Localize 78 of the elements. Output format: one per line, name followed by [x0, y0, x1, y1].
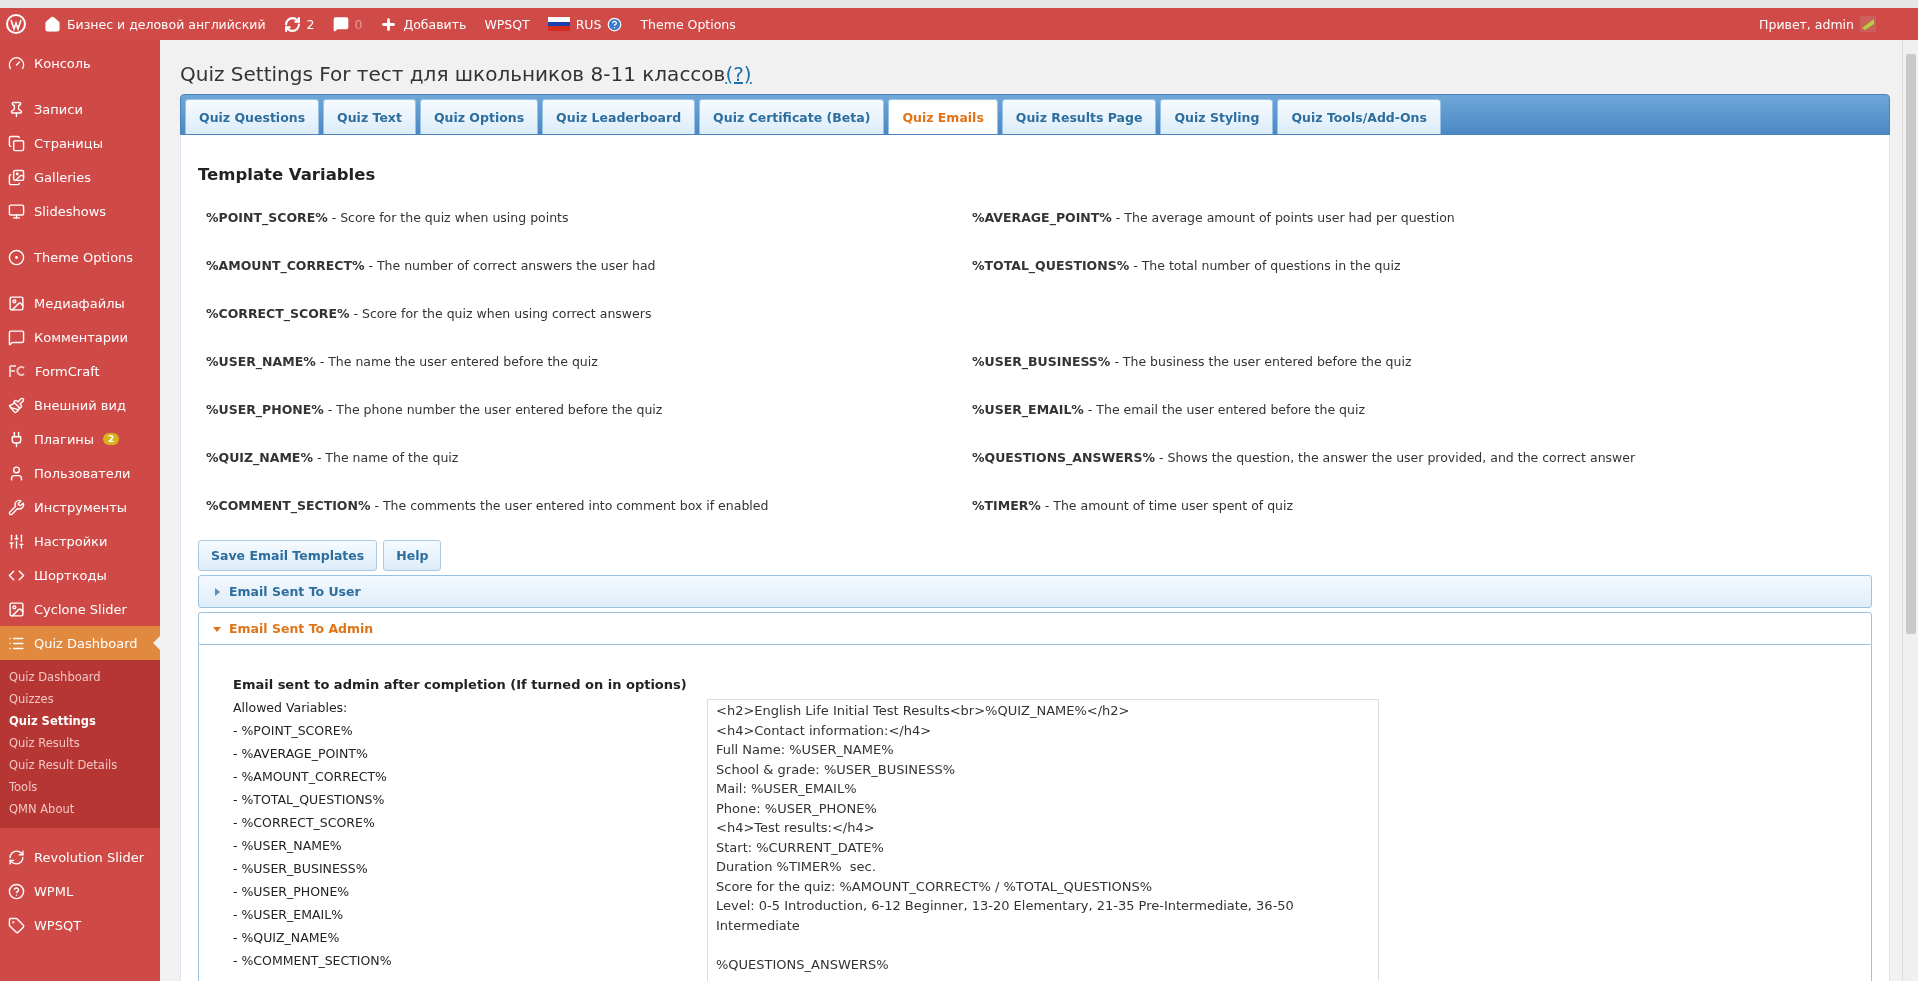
sidebar-item[interactable]: Инструменты	[0, 490, 160, 524]
tab[interactable]: Quiz Leaderboard	[542, 99, 696, 134]
submenu-item[interactable]: Quiz Result Details	[0, 754, 160, 776]
variable-description: %AMOUNT_CORRECT% - The number of correct answers the user had	[205, 257, 657, 276]
variable-description: %USER_PHONE% - The phone number the user entered before the quiz	[205, 401, 664, 420]
variable-item: - %USER_NAME%	[233, 837, 343, 855]
submenu-item[interactable]: QMN About	[0, 798, 160, 820]
variable-item: - %COMMENT_SECTION%	[233, 952, 393, 970]
sidebar-item[interactable]: Шорткоды	[0, 558, 160, 592]
variable-description: %USER_NAME% - The name the user entered before the quiz	[205, 353, 599, 372]
variable-description: %COMMENT_SECTION% - The comments the user entered into comment box if enabled	[205, 497, 770, 516]
sidebar-item[interactable]: Quiz Dashboard	[0, 626, 160, 660]
submenu-item[interactable]: Tools	[0, 776, 160, 798]
template-field[interactable]: <h2>English Life Initial Test Results<br>%QUIZ_NAME%</h2> <h4>Contact information:</h4> Full Name: %USER_NAME% School & grade: %USER_BUSINESS% Mail: %USER_EMAIL% Phone: %USER_PHONE% <h4>Test results:</h4> Start: %CURRENT_DATE% Duration %TIMER% sec. Score for the quiz: %AMOUNT_CORRECT% / %TOTAL_QUESTIONS% Level: 0-5 Introduction, 6-12 Beginner, 13-20 Elementary, 21-35 Pre-Intermediate, 36-50 Intermediate %QUESTIONS_ANSWERS%	[707, 699, 1379, 981]
tab[interactable]: Quiz Questions	[185, 99, 320, 134]
variable-description: %QUESTIONS_ANSWERS% - Shows the question, the answer the user provided, and the correct answer	[971, 449, 1637, 468]
submenu-item[interactable]: Quiz Results	[0, 732, 160, 754]
sidebar-item[interactable]: Консоль	[0, 46, 160, 80]
email-heading: Email sent to admin after completion (If turned on in options)	[233, 677, 688, 692]
variable-item: - %AMOUNT_CORRECT%	[233, 768, 388, 786]
sidebar-item[interactable]: Настройки	[0, 524, 160, 558]
accordion-header[interactable]: Email Sent To Admin	[198, 612, 1872, 645]
variable-item: - %USER_BUSINESS%	[233, 860, 369, 878]
sidebar-item[interactable]: WPSQT	[0, 908, 160, 942]
sidebar-item[interactable]: Плагины 2	[0, 422, 160, 456]
variable-description: %USER_BUSINESS% - The business the user entered before the quiz	[971, 353, 1413, 372]
tab[interactable]: Quiz Tools/Add-Ons	[1277, 99, 1441, 134]
variable-item: - %USER_EMAIL%	[233, 906, 345, 924]
save-button[interactable]: Save Email Templates	[198, 540, 378, 571]
sidebar-item[interactable]: Cyclone Slider	[0, 592, 160, 626]
submenu-item[interactable]: Quiz Dashboard	[0, 666, 160, 688]
accordion-header[interactable]: Email Sent To User	[198, 575, 1872, 608]
variable-item: - %QUIZ_NAME%	[233, 929, 341, 947]
variable-item: - %CORRECT_SCORE%	[233, 814, 376, 832]
updates-link[interactable]: 2	[283, 15, 327, 33]
sidebar-item[interactable]: Revolution Slider	[0, 840, 160, 874]
variable-item: - %POINT_SCORE%	[233, 722, 354, 740]
sidebar-item[interactable]: Записи	[0, 92, 160, 126]
sidebar-item[interactable]: Theme Options	[0, 240, 160, 274]
variable-description: %QUIZ_NAME% - The name of the quiz	[205, 449, 460, 468]
variable-description: %CORRECT_SCORE% - Score for the quiz when using correct answers	[205, 305, 653, 324]
sidebar-item[interactable]: Страницы	[0, 126, 160, 160]
tab[interactable]: Quiz Emails	[888, 99, 998, 134]
toolbar-link[interactable]: WPSQT	[484, 16, 542, 32]
add-new-link[interactable]: Добавить	[380, 15, 479, 33]
variable-description: %TIMER% - The amount of time user spent of quiz	[971, 497, 1295, 515]
variable-description: %TOTAL_QUESTIONS% - The total number of questions in the quiz	[971, 257, 1402, 276]
greeting-link[interactable]: Привет, admin	[1759, 16, 1888, 32]
variable-item: - %TOTAL_QUESTIONS%	[233, 791, 386, 809]
help-link[interactable]: (?)	[725, 62, 752, 86]
sidebar-item[interactable]: Slideshows	[0, 194, 160, 228]
language-link[interactable]: RUS	[547, 16, 635, 32]
sidebar-item[interactable]: WPML	[0, 874, 160, 908]
variable-description: %USER_EMAIL% - The email the user entered before the quiz	[971, 401, 1366, 420]
variable-item: - %USER_PHONE%	[233, 883, 351, 901]
count-badge: 2	[103, 433, 120, 445]
sidebar-item[interactable]: FormCraft	[0, 354, 160, 388]
sidebar-item[interactable]: Внешний вид	[0, 388, 160, 422]
site-link[interactable]: Бизнес и деловой английский	[44, 15, 278, 33]
sidebar-item[interactable]: Медиафайлы	[0, 286, 160, 320]
variable-item: - %AVERAGE_POINT%	[233, 745, 369, 763]
tab[interactable]: Quiz Options	[419, 99, 539, 134]
page-title: Quiz Settings For тест для школьников 8-11 классов	[180, 62, 726, 86]
tab[interactable]: Quiz Styling	[1160, 99, 1274, 134]
variable-description: %AVERAGE_POINT% - The average amount of points user had per question	[971, 209, 1456, 228]
tab[interactable]: Quiz Certificate (Beta)	[699, 99, 885, 134]
tab[interactable]: Quiz Results Page	[1001, 99, 1157, 134]
sidebar-item[interactable]: Galleries	[0, 160, 160, 194]
sidebar-item[interactable]: Комментарии	[0, 320, 160, 354]
allowed-variables-label: Allowed Variables:	[233, 699, 349, 717]
help-button[interactable]: Help	[383, 540, 442, 571]
submenu-item[interactable]: Quiz Settings	[0, 710, 160, 732]
sidebar-item[interactable]: Пользователи	[0, 456, 160, 490]
tab[interactable]: Quiz Text	[323, 99, 416, 134]
submenu-item[interactable]: Quizzes	[0, 688, 160, 710]
variable-description: %POINT_SCORE% - Score for the quiz when using points	[205, 209, 570, 228]
section-heading: Template Variables	[198, 165, 377, 184]
toolbar-link[interactable]: Theme Options	[640, 16, 748, 32]
